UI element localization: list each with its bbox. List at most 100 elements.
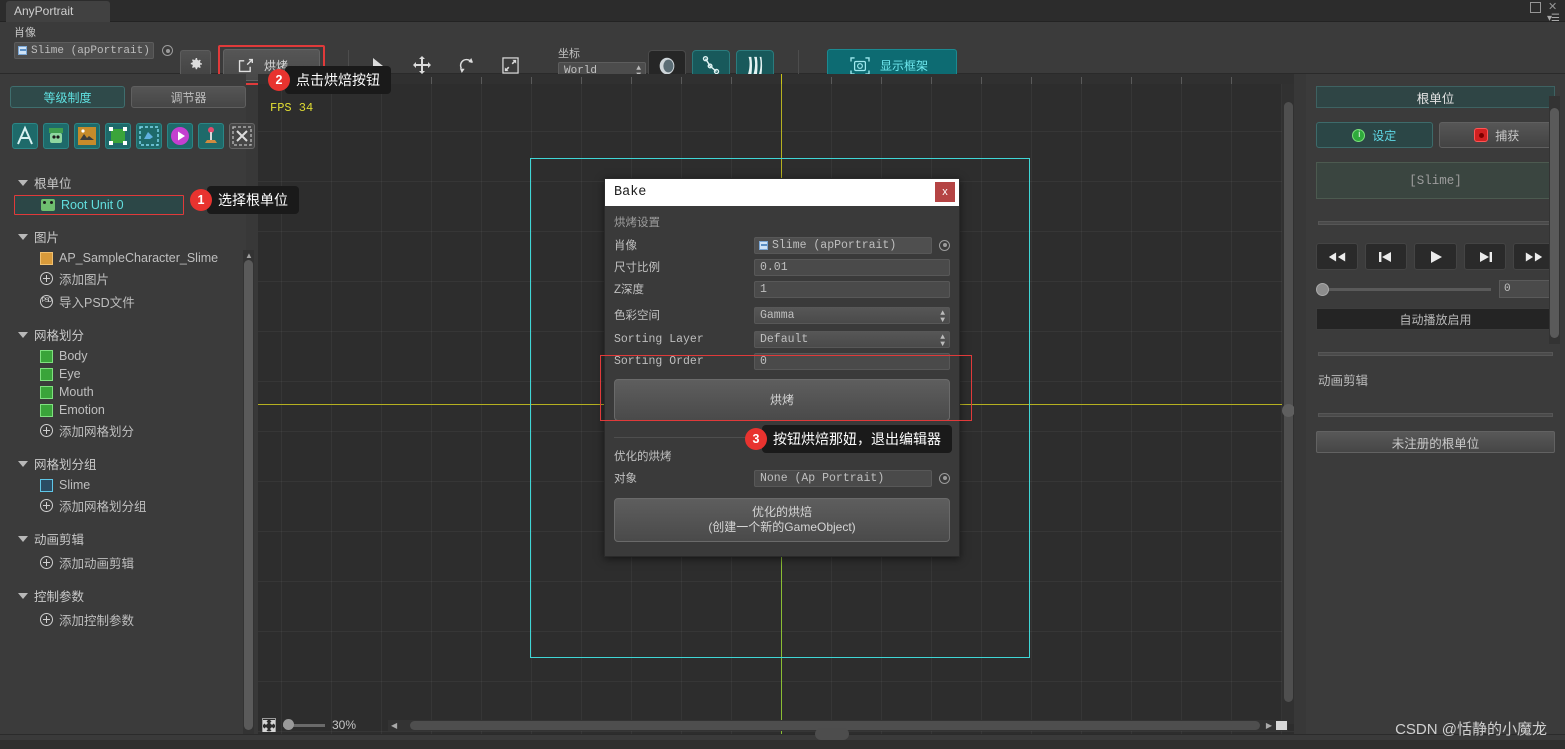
tree-item-label: 添加网格划分组 <box>59 500 147 514</box>
tab-anyportrait[interactable]: AnyPortrait <box>6 1 110 22</box>
external-link-icon <box>238 58 253 72</box>
frame-value-input[interactable]: 0 <box>1499 280 1555 298</box>
tree-item-import-psd[interactable]: PSD 导入PSD文件 <box>0 290 240 313</box>
tree-item-add-control-param[interactable]: 添加控制参数 <box>0 608 240 631</box>
tree-item-label: Slime <box>59 478 91 492</box>
tree-item-ap-sample-character-slime[interactable]: AP_SampleCharacter_Slime <box>0 249 240 267</box>
scroll-stop-icon[interactable] <box>1276 721 1287 730</box>
tree-group-mesh-groups[interactable]: 网格划分组 <box>0 451 240 476</box>
left-panel-scrollbar[interactable]: ▲ ▼ <box>243 250 254 749</box>
bake-field-sorting-layer-label: Sorting Layer <box>614 332 704 346</box>
character-button[interactable] <box>43 123 69 149</box>
bake-field-colorspace-select[interactable]: Gamma ▲ ▼ <box>754 306 950 324</box>
show-frame-label: 显示框架 <box>880 59 929 73</box>
tree-item-add-animation-clip[interactable]: 添加动画剪辑 <box>0 551 240 574</box>
selected-unit-box: [Slime] <box>1316 162 1555 199</box>
tree-item-label: 添加控制参数 <box>59 614 135 628</box>
letter-a-icon <box>17 125 33 145</box>
tree-item-add-mesh[interactable]: 添加网格划分 <box>0 419 240 442</box>
close-tool-button[interactable] <box>229 123 255 149</box>
play-button[interactable] <box>1414 243 1457 270</box>
bake-field-colorspace: 色彩空间 Gamma ▲ ▼ <box>614 305 950 325</box>
canvas-scroll-knob[interactable] <box>1282 404 1294 417</box>
tree-item-add-image[interactable]: 添加图片 <box>0 267 240 290</box>
zoom-slider-knob[interactable] <box>283 719 294 730</box>
image-button[interactable] <box>74 123 100 149</box>
image-asset-icon <box>40 251 53 265</box>
bake-dialog-close-button[interactable]: x <box>935 182 955 202</box>
skip-to-end-icon <box>1525 251 1543 262</box>
tree-item-add-mesh-group[interactable]: 添加网格划分组 <box>0 494 240 517</box>
bake-field-portrait-input[interactable]: Slime (apPortrait) <box>754 236 932 254</box>
canvas-scroll-thumb[interactable] <box>1284 102 1293 702</box>
bake-field-scale-input[interactable]: 0.01 <box>754 258 950 276</box>
zoom-slider[interactable] <box>283 719 325 730</box>
tree-item-body[interactable]: Body <box>0 347 240 365</box>
tab-modifier[interactable]: 调节器 <box>131 86 246 108</box>
object-picker-icon[interactable] <box>939 472 950 484</box>
right-panel-scrollbar[interactable] <box>1549 96 1560 344</box>
portrait-object-picker-icon[interactable] <box>162 45 173 56</box>
move-cross-icon <box>413 56 431 74</box>
portrait-field[interactable]: Slime (apPortrait) <box>14 42 154 59</box>
portrait-object-picker-icon[interactable] <box>939 239 950 251</box>
tree-item-label: 添加动画剪辑 <box>59 557 135 571</box>
callout-2: 2 点击烘焙按钮 <box>268 66 391 94</box>
close-icon[interactable]: ✕ <box>1548 2 1559 13</box>
tree-item-eye[interactable]: Eye <box>0 365 240 383</box>
frame-slider[interactable] <box>1316 282 1491 296</box>
callout-2-number: 2 <box>268 69 290 91</box>
autoplay-button[interactable]: 自动播放启用 <box>1316 308 1555 330</box>
tree-item-root-unit-0[interactable]: Root Unit 0 <box>14 195 184 215</box>
scroll-up-icon[interactable]: ▲ <box>245 251 253 260</box>
tree-group-animation-clips[interactable]: 动画剪辑 <box>0 526 240 551</box>
tree-item-slime[interactable]: Slime <box>0 476 240 494</box>
tree-group-control-params[interactable]: 控制参数 <box>0 583 240 608</box>
fit-arrows-icon <box>263 720 275 732</box>
text-tool-button[interactable] <box>12 123 38 149</box>
mesh-group-button[interactable] <box>136 123 162 149</box>
bake-field-sorting-layer-value: Default <box>760 332 809 346</box>
tree-item-label: Body <box>59 349 88 363</box>
left-panel-scroll-thumb[interactable] <box>244 260 253 730</box>
portrait-value: Slime (apPortrait) <box>31 44 150 57</box>
window-restore-icon[interactable] <box>1530 2 1541 13</box>
scroll-left-icon[interactable]: ◀ <box>391 721 397 730</box>
bake-field-sorting-layer-select[interactable]: Default ▲ ▼ <box>754 330 950 348</box>
gear-icon <box>190 58 202 70</box>
animation-button[interactable] <box>167 123 193 149</box>
chevron-down-icon <box>18 592 28 599</box>
right-panel-mode-buttons: 设定 捕获 <box>1316 122 1555 148</box>
camera-frame-icon <box>850 56 870 75</box>
frame-slider-knob[interactable] <box>1316 282 1329 296</box>
unregistered-root-unit-button[interactable]: 未注册的根单位 <box>1316 431 1555 453</box>
setting-button[interactable]: 设定 <box>1316 122 1433 148</box>
scroll-right-icon[interactable]: ▶ <box>1266 721 1272 730</box>
bake-field-object-input[interactable]: None (Ap Portrait) <box>754 469 932 487</box>
mesh-group-icon <box>40 478 53 492</box>
tree-group-label: 网格划分组 <box>34 458 97 472</box>
bake-field-zdepth-input[interactable]: 1 <box>754 280 950 298</box>
tree-item-emotion[interactable]: Emotion <box>0 401 240 419</box>
next-frame-button[interactable] <box>1463 243 1506 270</box>
tree-group-meshes[interactable]: 网格划分 <box>0 322 240 347</box>
tree-group-images[interactable]: 图片 <box>0 224 240 249</box>
fit-to-screen-icon[interactable] <box>262 718 276 732</box>
joystick-icon <box>205 127 217 143</box>
bake-settings-section-title: 烘烤设置 <box>614 217 660 229</box>
right-panel-scroll-thumb[interactable] <box>1550 108 1559 338</box>
tree-item-label: 添加图片 <box>59 273 110 287</box>
callout-1-text: 选择根单位 <box>207 186 299 214</box>
canvas-vertical-scrollbar[interactable] <box>1282 84 1294 724</box>
tree-item-mouth[interactable]: Mouth <box>0 383 240 401</box>
mesh-button[interactable] <box>105 123 131 149</box>
optimized-bake-button[interactable]: 优化的烘焙 (创建一个新的GameObject) <box>614 498 950 542</box>
tab-hierarchy[interactable]: 等级制度 <box>10 86 125 108</box>
skip-to-start-button[interactable] <box>1316 243 1359 270</box>
capture-button[interactable]: 捕获 <box>1438 122 1555 148</box>
right-panel: 根单位 设定 捕获 [Slime] <box>1306 74 1565 734</box>
previous-frame-button[interactable] <box>1365 243 1408 270</box>
play-icon <box>1430 250 1442 263</box>
control-param-button[interactable] <box>198 123 224 149</box>
green-mesh-icon <box>40 349 53 363</box>
